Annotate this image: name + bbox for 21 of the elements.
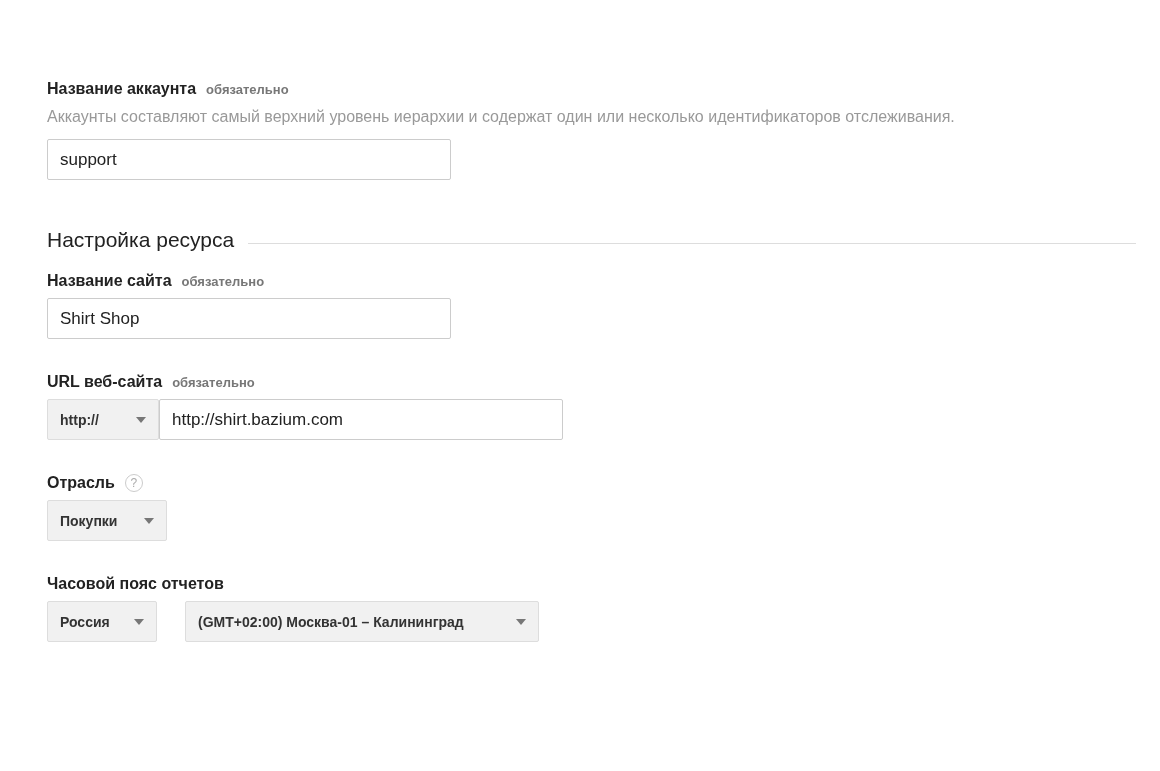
section-title: Настройка ресурса (47, 228, 235, 252)
account-name-field[interactable]: support (47, 139, 451, 180)
required-note: обязательно (172, 374, 255, 390)
caret-icon (134, 618, 144, 625)
field-label: URL веб-сайта (47, 373, 163, 391)
required-note: обязательно (206, 81, 289, 97)
site-name-field[interactable]: Shirt Shop (47, 298, 451, 339)
field-description: Аккаунты составляют самый верхний уровень иерархии и содержат один или несколько идентификаторов отслеживания. (47, 107, 956, 127)
site-url-field[interactable]: http://shirt.bazium.com (159, 399, 563, 440)
required-note: обязательно (181, 273, 265, 289)
field-label: Название сайта (47, 272, 172, 290)
caret-icon (136, 416, 146, 423)
industry-dropdown[interactable]: Покупки (47, 500, 167, 541)
field-label: Часовой пояс отчетов (47, 575, 224, 593)
country-dropdown[interactable]: Россия (47, 601, 157, 642)
caret-icon (516, 618, 526, 625)
timezone-dropdown[interactable]: (GMT+02:00) Москва-01 – Калининград (185, 601, 539, 642)
field-label: Отрасль (47, 474, 115, 492)
protocol-dropdown[interactable]: http:// (47, 399, 159, 440)
caret-icon (144, 517, 154, 524)
field-label: Название аккаунта (47, 80, 197, 98)
